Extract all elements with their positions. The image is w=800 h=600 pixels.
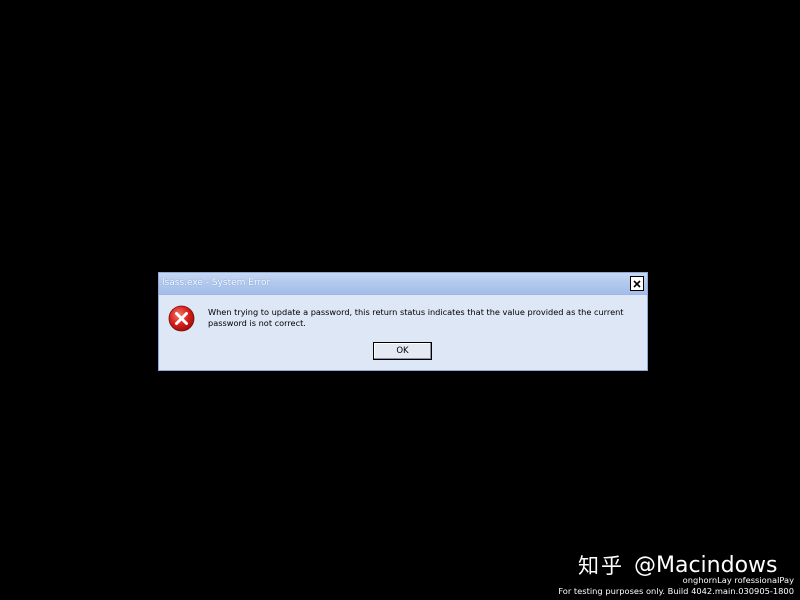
watermark-handle: @Macindows [634, 552, 778, 578]
desktop: lsass.exe - System Error When trying to [0, 0, 800, 600]
error-icon [168, 305, 195, 332]
build-info-edition: onghornLay rofessionalPay [682, 575, 794, 585]
build-info-build: For testing purposes only. Build 4042.ma… [558, 586, 794, 596]
dialog-title: lsass.exe - System Error [162, 278, 271, 288]
system-error-dialog: lsass.exe - System Error When trying to [158, 272, 648, 371]
dialog-titlebar[interactable]: lsass.exe - System Error [159, 273, 647, 295]
close-icon [633, 279, 641, 288]
build-info: onghornLay rofessionalPay For testing pu… [558, 575, 794, 597]
ok-button[interactable]: OK [373, 342, 432, 360]
close-button[interactable] [630, 276, 644, 291]
error-message: When trying to update a password, this r… [208, 307, 624, 328]
